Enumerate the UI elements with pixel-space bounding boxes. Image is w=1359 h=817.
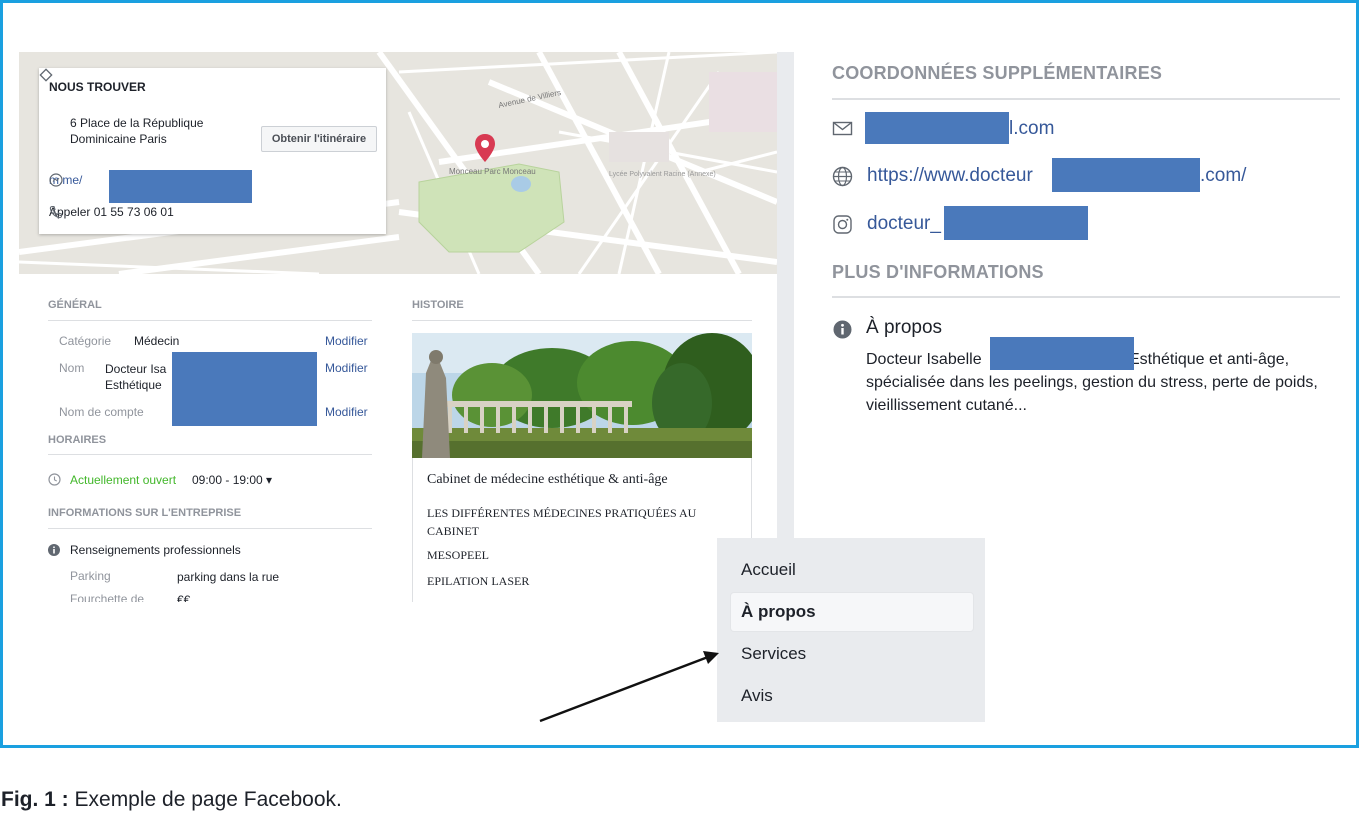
figure-caption: Fig. 1 : Exemple de page Facebook. <box>1 788 342 812</box>
figure-label: Fig. 1 : <box>1 788 69 811</box>
pointer-arrow <box>539 651 719 723</box>
screenshot-frame: Monceau Parc Monceau Avenue de Villiers … <box>0 0 1359 748</box>
figure-text: Exemple de page Facebook. <box>68 788 342 811</box>
